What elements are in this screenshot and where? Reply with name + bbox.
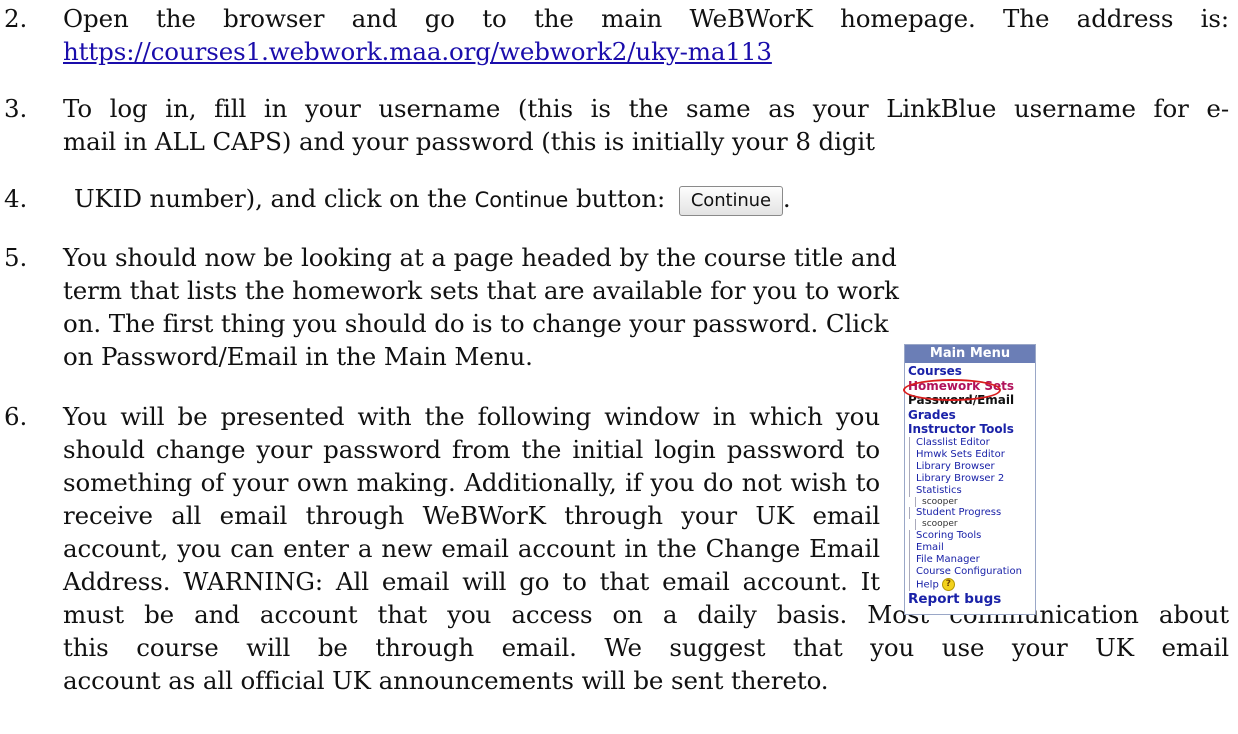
step-text: Open the browser and go to the main WeBW… <box>63 4 1229 33</box>
menu-item-library-browser[interactable]: Library Browser <box>909 460 1035 473</box>
step-text: . <box>782 184 791 213</box>
step-text: on. The first thing you should do is to … <box>63 309 889 338</box>
continue-word: Continue <box>474 188 569 212</box>
step-text: account, you can enter a new email accou… <box>63 534 880 563</box>
menu-item-courses[interactable]: Courses <box>905 364 1035 379</box>
step-number: 3. <box>4 94 28 123</box>
step-6: 6. You will be presented with the follow… <box>0 400 1238 700</box>
step-5: 5. You should now be looking at a page h… <box>0 241 899 381</box>
step-number: 2. <box>4 4 28 33</box>
menu-item-help-label: Help <box>916 579 939 590</box>
step-text: term that lists the homework sets that a… <box>63 276 899 305</box>
menu-item-password-email[interactable]: Password/Email <box>905 393 1035 408</box>
menu-item-file-manager[interactable]: File Manager <box>909 553 1035 566</box>
menu-item-grades[interactable]: Grades <box>905 408 1035 423</box>
step-4: 4. UKID number), and click on the Contin… <box>0 182 1238 218</box>
step-text: button: <box>568 184 673 213</box>
menu-item-student-progress[interactable]: Student Progress <box>909 507 1035 519</box>
menu-item-library-browser-2[interactable]: Library Browser 2 <box>909 472 1035 485</box>
step-text: something of your own making. Additional… <box>63 468 880 497</box>
menu-item-hmwk-sets-editor[interactable]: Hmwk Sets Editor <box>909 448 1035 461</box>
step-number: 4. <box>4 184 28 213</box>
step-text: You should now be looking at a page head… <box>63 243 897 272</box>
step-text: You will be presented with the following… <box>63 402 880 431</box>
step-text: must be and account that you access on a… <box>63 600 1229 629</box>
step-text: this course will be through email. We su… <box>63 633 1229 662</box>
step-text: should change your password from the ini… <box>63 435 880 464</box>
main-menu-title: Main Menu <box>905 345 1035 363</box>
menu-item-homework-sets[interactable]: Homework Sets <box>905 379 1035 394</box>
help-question-icon[interactable]: ? <box>941 577 955 591</box>
menu-item-statistics-user[interactable]: scooper <box>915 496 1035 507</box>
continue-button[interactable]: Continue <box>678 185 783 216</box>
menu-item-email[interactable]: Email <box>909 541 1035 554</box>
menu-item-scoring-tools[interactable]: Scoring Tools <box>909 529 1035 542</box>
step-text: on Password/Email in the Main Menu. <box>63 342 533 371</box>
step-3: 3. To log in, fill in your username (thi… <box>0 92 1238 162</box>
step-text: receive all email through WeBWorK throug… <box>63 501 880 530</box>
menu-item-classlist-editor[interactable]: Classlist Editor <box>909 436 1035 449</box>
webwork-homepage-link[interactable]: https://courses1.webwork.maa.org/webwork… <box>63 37 772 66</box>
step-text: Address. WARNING: All email will go to t… <box>63 567 880 596</box>
step-number: 6. <box>4 402 28 431</box>
step-number: 5. <box>4 243 28 272</box>
step-text: To log in, fill in your username (this i… <box>63 94 1229 123</box>
step-text: UKID number), and click on the <box>74 184 475 213</box>
menu-item-student-progress-user[interactable]: scooper <box>915 519 1035 530</box>
menu-item-statistics[interactable]: Statistics <box>909 484 1035 497</box>
menu-item-help[interactable]: Help? <box>909 577 1035 591</box>
main-menu-panel: Main Menu Courses Homework Sets Password… <box>903 344 1036 615</box>
menu-item-report-bugs[interactable]: Report bugs <box>905 591 1035 608</box>
menu-item-instructor-tools[interactable]: Instructor Tools <box>905 422 1035 437</box>
step-text: mail in ALL CAPS) and your password (thi… <box>63 127 875 156</box>
step-2: 2. Open the browser and go to the main W… <box>0 2 1238 72</box>
step-text: account as all official UK announcements… <box>63 666 829 695</box>
menu-item-course-configuration[interactable]: Course Configuration <box>909 565 1035 578</box>
